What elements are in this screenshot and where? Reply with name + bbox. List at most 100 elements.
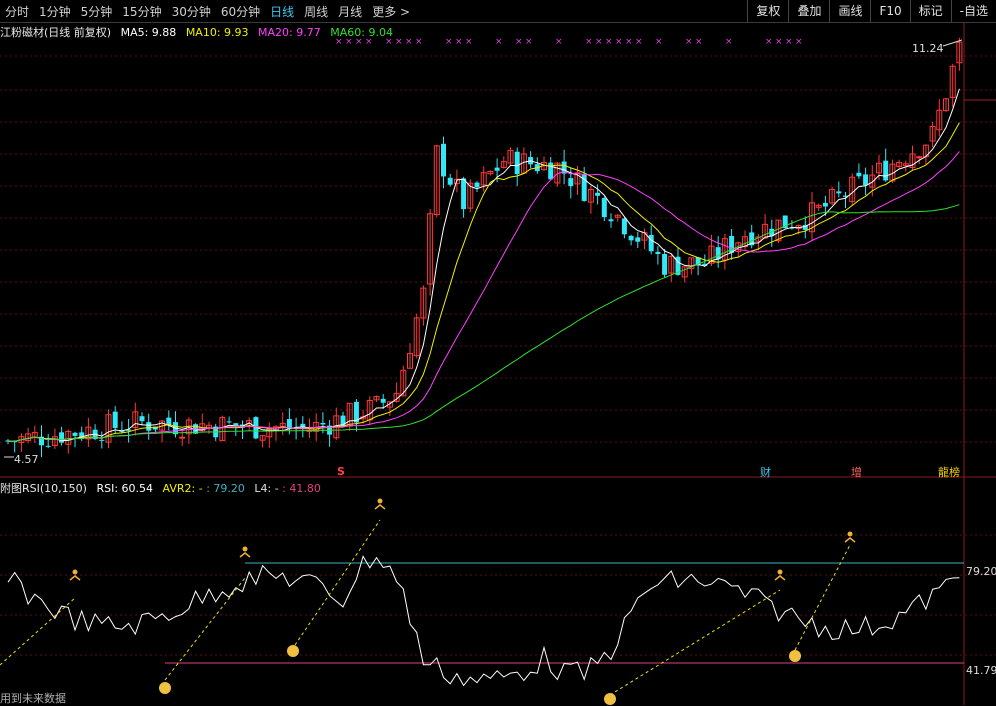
signal-marker: × [695, 37, 703, 47]
candle-body [112, 411, 118, 429]
signal-marker: × [635, 37, 643, 47]
runner-icon [72, 569, 78, 575]
signal-marker: × [585, 37, 593, 47]
l4-value: : 41.80 [282, 482, 321, 495]
candle-body [474, 182, 480, 188]
signal-marker: × [775, 37, 783, 47]
signal-marker: × [555, 37, 563, 47]
signal-marker: × [765, 37, 773, 47]
runner-icon [242, 546, 248, 552]
runner-icon [239, 552, 251, 558]
avr2-value: : 79.20 [206, 482, 245, 495]
ma10-label: MA10: 9.93 [185, 26, 249, 39]
price-high-label: 11.24 [912, 42, 944, 55]
candle-body [568, 178, 574, 187]
signal-marker: × [415, 37, 423, 47]
rsi-label: RSI: 60.54 [96, 482, 154, 495]
signal-marker: × [685, 37, 693, 47]
signal-marker: × [615, 37, 623, 47]
signal-marker: × [495, 37, 503, 47]
trend-dash [609, 589, 781, 696]
candle-body [595, 192, 601, 196]
s-marker[interactable]: S [337, 465, 345, 478]
candle-body [447, 177, 453, 185]
signal-marker: × [405, 37, 413, 47]
ma60-line [7, 204, 960, 442]
signal-marker: × [515, 37, 523, 47]
trend-dash [294, 519, 381, 646]
candle-body [441, 143, 446, 177]
candle-body [635, 237, 641, 242]
candle-body [662, 254, 668, 275]
candle-body [856, 172, 862, 177]
longbang-marker[interactable]: 龍榜 [938, 464, 960, 480]
runner-icon [774, 575, 786, 581]
candle-body [514, 151, 520, 175]
ma60-label: MA60: 9.04 [330, 26, 393, 39]
candle-body [146, 422, 152, 431]
signal-marker: × [625, 37, 633, 47]
trend-dash [794, 544, 851, 651]
sub-axis-lower: 41.79 [966, 664, 996, 677]
candle-body [621, 218, 627, 235]
candle-body [548, 162, 554, 180]
money-bag-icon [604, 693, 616, 705]
trend-dash [164, 577, 246, 681]
signal-marker: × [455, 37, 463, 47]
signal-marker: × [465, 37, 473, 47]
kline-chart[interactable]: × × × × × × × × × × × × × × × × × × × × × × × × × × × × × [0, 0, 996, 705]
signal-marker: × [605, 37, 613, 47]
candle-body [836, 191, 842, 194]
candle-body [72, 432, 78, 436]
runner-icon [847, 531, 853, 537]
candle-body [655, 251, 661, 254]
sub-legend: 附图RSI(10,150) RSI: 60.54 AVR2: - : 79.20… [0, 480, 327, 496]
candle-body [863, 174, 869, 186]
main-legend: 江粉磁材(日线 前复权) MA5: 9.88 MA10: 9.93 MA20: … [0, 24, 399, 40]
rsi-line [7, 555, 960, 687]
candle-body [822, 202, 828, 207]
runner-icon [374, 504, 386, 510]
candle-body [916, 156, 923, 159]
signal-marker: × [595, 37, 603, 47]
candle-body [166, 417, 172, 425]
cai-marker[interactable]: 财 [760, 464, 771, 480]
ma20-label: MA20: 9.77 [258, 26, 321, 39]
future-data-note: 用到未来数据 [0, 692, 66, 705]
money-bag-icon [789, 650, 801, 662]
signal-marker: × [795, 37, 803, 47]
runner-icon [844, 537, 856, 543]
runner-icon [69, 575, 81, 581]
ma5-label: MA5: 9.88 [120, 26, 177, 39]
candle-body [883, 160, 889, 181]
candle-body [226, 421, 232, 423]
candle-body [608, 219, 614, 222]
sub-axis-upper: 79.20 [966, 565, 996, 578]
signal-marker: × [785, 37, 793, 47]
price-low-label: 4.57 [14, 453, 39, 466]
signal-marker: × [445, 37, 453, 47]
zeng-marker[interactable]: 增 [851, 464, 862, 480]
money-bag-icon [287, 645, 299, 657]
signal-marker: × [725, 37, 733, 47]
candle-body [320, 422, 326, 425]
signal-marker: × [655, 37, 663, 47]
candle-body [99, 439, 105, 441]
runner-icon [777, 569, 783, 575]
candle-body [461, 178, 467, 210]
candle-body [380, 398, 386, 403]
runner-icon [377, 498, 383, 504]
money-bag-icon [159, 682, 171, 694]
stock-title: 江粉磁材(日线 前复权) [0, 26, 112, 39]
signal-marker: × [525, 37, 533, 47]
ma5-line [7, 88, 960, 442]
sub-title: 附图RSI(10,150) [0, 482, 87, 495]
candle-body [628, 235, 634, 241]
candle-body [494, 167, 500, 171]
candle-body [59, 432, 65, 443]
candle-body [648, 234, 654, 252]
candle-body [601, 198, 607, 218]
avr2-label: AVR2: - [162, 482, 203, 495]
candle-body [139, 416, 145, 422]
candle-body [45, 445, 51, 447]
